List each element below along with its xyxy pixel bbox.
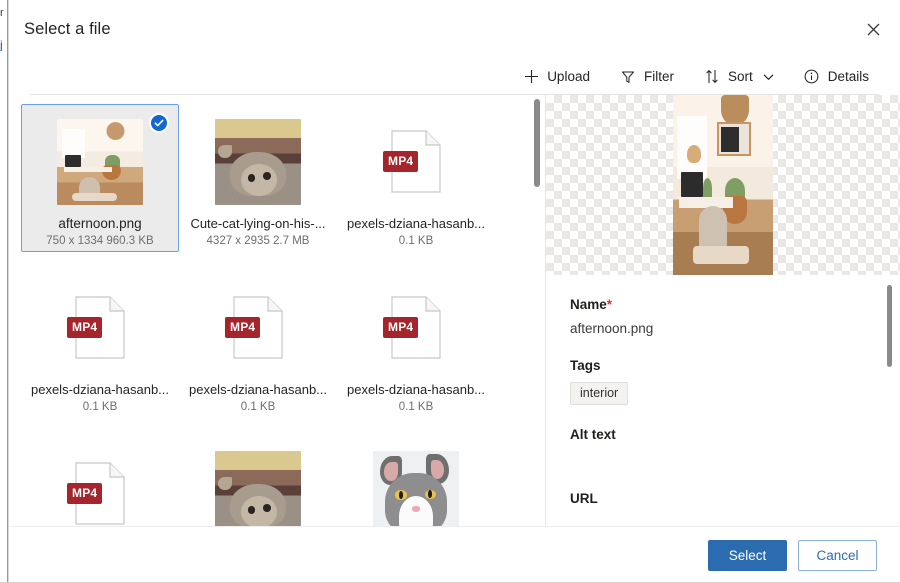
funnel-icon — [620, 69, 636, 85]
details-button[interactable]: Details — [794, 61, 879, 93]
cancel-button[interactable]: Cancel — [798, 540, 877, 571]
upload-button[interactable]: Upload — [513, 61, 600, 93]
file-preview — [546, 95, 900, 275]
details-label: Details — [828, 69, 869, 84]
sort-label: Sort — [728, 69, 753, 84]
dialog-header: Select a file — [9, 0, 900, 59]
file-grid-scrollbar-thumb[interactable] — [534, 99, 540, 187]
file-grid: afternoon.png 750 x 1334 960.3 KB — [9, 95, 545, 526]
file-type-badge: MP4 — [67, 317, 102, 338]
close-icon — [867, 23, 880, 36]
thumbnail — [212, 116, 304, 208]
thumbnail: MP4 — [54, 448, 146, 526]
file-type-badge: MP4 — [383, 317, 418, 338]
thumbnail — [370, 448, 462, 526]
alt-text-field-label: Alt text — [570, 427, 876, 442]
file-name: Cute-cat-lying-on-his-... — [190, 216, 325, 231]
thumbnail-image-cat — [373, 451, 459, 526]
file-meta: 0.1 KB — [241, 401, 276, 413]
file-tile-cat[interactable] — [337, 436, 495, 526]
file-name: pexels-dziana-hasanb... — [31, 382, 169, 397]
url-field-value[interactable] — [570, 515, 876, 526]
thumbnail — [212, 448, 304, 526]
file-type-badge: MP4 — [225, 317, 260, 338]
close-dialog-button[interactable] — [856, 12, 890, 46]
file-meta: 750 x 1334 960.3 KB — [46, 235, 153, 247]
mp4-file-icon: MP4 — [390, 130, 442, 194]
file-tile-cute-cat[interactable]: Cute-cat-lying-on-his-... 4327 x 2935 2.… — [179, 104, 337, 252]
plus-icon — [523, 69, 539, 85]
mp4-file-icon: MP4 — [390, 296, 442, 360]
filter-button[interactable]: Filter — [610, 61, 684, 93]
file-name: pexels-dziana-hasanb... — [347, 216, 485, 231]
file-name: pexels-dziana-hasanb... — [189, 382, 327, 397]
thumbnail: MP4 — [370, 116, 462, 208]
upload-label: Upload — [547, 69, 590, 84]
thumbnail: MP4 — [370, 282, 462, 374]
required-asterisk: * — [607, 297, 612, 312]
mp4-file-icon: MP4 — [74, 296, 126, 360]
preview-image — [673, 95, 773, 275]
file-meta: 0.1 KB — [83, 401, 118, 413]
metadata-form: Name* afternoon.png Tags interior Alt te… — [546, 275, 900, 526]
file-name: pexels-dziana-hasanb... — [347, 382, 485, 397]
sort-arrows-icon — [704, 69, 720, 85]
filter-label: Filter — [644, 69, 674, 84]
mp4-file-icon: MP4 — [232, 296, 284, 360]
thumbnail-image-cat — [215, 119, 301, 205]
thumbnail: MP4 — [54, 282, 146, 374]
details-scrollbar[interactable] — [884, 283, 896, 526]
file-tile-mp4[interactable]: MP4 — [21, 436, 179, 526]
tags-list: interior — [570, 382, 876, 405]
thumbnail — [54, 116, 146, 208]
backdrop-link-fragment: j — [0, 39, 7, 51]
select-a-file-dialog: Select a file Upload F — [8, 0, 900, 583]
alt-text-field-value[interactable] — [570, 451, 876, 491]
details-pane: Name* afternoon.png Tags interior Alt te… — [546, 95, 900, 526]
command-bar: Upload Filter Sort — [9, 59, 900, 94]
thumbnail-image-room — [57, 119, 143, 205]
url-field-label: URL — [570, 491, 876, 506]
chevron-down-icon — [763, 73, 774, 81]
file-type-badge: MP4 — [67, 483, 102, 504]
file-tile-mp4[interactable]: MP4 pexels-dziana-hasanb... 0.1 KB — [337, 104, 495, 252]
file-tile-cat[interactable] — [179, 436, 337, 526]
file-tile-mp4[interactable]: MP4 pexels-dziana-hasanb... 0.1 KB — [337, 270, 495, 418]
details-scrollbar-thumb[interactable] — [887, 285, 892, 367]
file-meta: 0.1 KB — [399, 235, 434, 247]
dialog-footer: Select Cancel — [9, 526, 900, 583]
file-meta: 0.1 KB — [399, 401, 434, 413]
tags-field-label: Tags — [570, 358, 876, 373]
file-tile-afternoon[interactable]: afternoon.png 750 x 1334 960.3 KB — [21, 104, 179, 252]
thumbnail: MP4 — [212, 282, 304, 374]
file-grid-pane: afternoon.png 750 x 1334 960.3 KB — [9, 95, 545, 526]
backdrop-text-fragment-top: r — [0, 8, 7, 19]
tag-chip[interactable]: interior — [570, 382, 628, 405]
file-name: afternoon.png — [58, 216, 141, 231]
selected-check-icon — [149, 113, 169, 133]
name-field-value[interactable]: afternoon.png — [570, 321, 876, 336]
mp4-file-icon: MP4 — [74, 462, 126, 526]
name-label-text: Name — [570, 297, 607, 312]
name-field-label: Name* — [570, 297, 876, 312]
file-tile-mp4[interactable]: MP4 pexels-dziana-hasanb... 0.1 KB — [21, 270, 179, 418]
thumbnail-image-cat — [215, 451, 301, 526]
file-tile-mp4[interactable]: MP4 pexels-dziana-hasanb... 0.1 KB — [179, 270, 337, 418]
file-type-badge: MP4 — [383, 151, 418, 172]
info-circle-icon — [804, 69, 820, 85]
file-grid-scrollbar[interactable] — [531, 99, 543, 524]
dialog-body: afternoon.png 750 x 1334 960.3 KB — [9, 95, 900, 526]
select-button[interactable]: Select — [708, 540, 787, 571]
sort-button[interactable]: Sort — [694, 61, 784, 93]
dialog-title: Select a file — [24, 20, 111, 39]
file-meta: 4327 x 2935 2.7 MB — [207, 235, 310, 247]
